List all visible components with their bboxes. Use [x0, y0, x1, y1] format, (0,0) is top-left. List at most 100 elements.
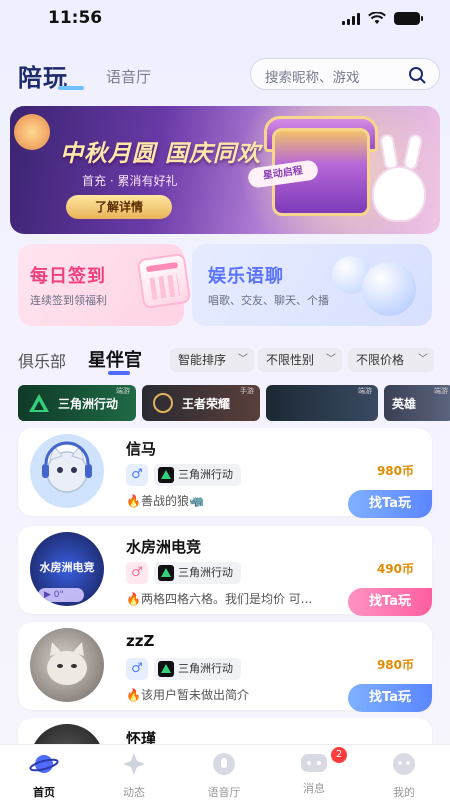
wifi-icon	[368, 12, 386, 24]
game-tile-honor-of-kings[interactable]: 王者荣耀 手游	[142, 385, 260, 421]
nav-label: 消息	[303, 782, 325, 795]
male-gender-icon: ♂	[126, 464, 148, 486]
lantern-icon	[14, 114, 50, 150]
audio-badge[interactable]: ▶ 0"	[38, 588, 84, 602]
profile-icon	[393, 753, 415, 775]
banner-details-button[interactable]: 了解详情	[66, 195, 172, 219]
chat-icon: 2	[299, 747, 347, 777]
status-bar: 11:56	[0, 0, 450, 40]
game-tile-label: 王者荣耀	[182, 397, 231, 411]
honor-of-kings-logo-icon	[153, 393, 173, 413]
player-price: 980币	[376, 658, 414, 672]
game-tile-label: 三角洲行动	[58, 397, 119, 411]
status-time: 11:56	[48, 8, 103, 28]
male-gender-icon: ♂	[126, 562, 148, 584]
player-card[interactable]: 信马 ♂ 三角洲行动 🔥善战的狼🦏 980币 找Ta玩	[18, 428, 432, 518]
active-tab-indicator	[108, 371, 130, 375]
nav-label: 首页	[33, 786, 55, 799]
game-tile-tag: 手游	[240, 387, 254, 395]
bottom-nav: 首页 动态 语音厅 2 消息 我的	[0, 744, 450, 800]
gender-filter-label: 不限性别	[266, 353, 315, 367]
avatar[interactable]	[30, 628, 104, 702]
logo-accent	[58, 86, 84, 90]
price-filter-label: 不限价格	[356, 353, 405, 367]
game-tile-label: 英雄	[392, 397, 417, 411]
nav-voice-hall[interactable]: 语音厅	[194, 751, 254, 800]
calendar-icon	[136, 252, 192, 310]
delta-force-icon	[158, 661, 174, 677]
chevron-down-icon: ﹀	[238, 354, 248, 365]
cat-avatar-icon	[42, 441, 92, 493]
search-placeholder: 搜索昵称、游戏	[265, 70, 360, 86]
planet-icon	[29, 755, 59, 773]
player-intro: 🔥两格四格六格。我们是均价 可...	[126, 592, 313, 606]
player-card[interactable]: 水房洲电竞 ▶ 0" 水房洲电竞 ♂ 三角洲行动 🔥两格四格六格。我们是均价 可…	[18, 526, 432, 616]
nav-label: 动态	[123, 786, 145, 799]
sort-filter[interactable]: 智能排序 ﹀	[170, 348, 254, 372]
sort-filter-label: 智能排序	[178, 353, 227, 367]
player-price: 490币	[376, 562, 414, 576]
delta-force-icon	[158, 467, 174, 483]
tab-star-companion[interactable]: 星伴官	[88, 346, 142, 372]
game-tile-tag: 端游	[358, 387, 372, 395]
game-badge-label: 三角洲行动	[178, 468, 233, 481]
battery-icon	[394, 12, 423, 25]
price-filter[interactable]: 不限价格 ﹀	[348, 348, 434, 372]
play-with-button[interactable]: 找Ta玩	[348, 684, 432, 712]
gender-filter[interactable]: 不限性别 ﹀	[258, 348, 342, 372]
avatar[interactable]	[30, 434, 104, 508]
player-card[interactable]: zzZ ♂ 三角洲行动 🔥该用户暂未做出简介 980币 找Ta玩	[18, 622, 432, 712]
voice-hall-link[interactable]: 语音厅	[106, 66, 151, 87]
game-badge-label: 三角洲行动	[178, 662, 233, 675]
game-badge: 三角洲行动	[154, 562, 241, 584]
avatar[interactable]: 水房洲电竞 ▶ 0"	[30, 532, 104, 606]
player-name: 水房洲电竞	[126, 538, 202, 556]
notification-badge: 2	[331, 747, 347, 763]
play-icon: ▶	[44, 590, 51, 600]
game-category-strip: 三角洲行动 端游 王者荣耀 手游 端游 英雄 端游	[18, 385, 450, 421]
banner-subtitle: 首充 · 累消有好礼	[82, 174, 178, 188]
play-with-button[interactable]: 找Ta玩	[348, 490, 432, 518]
delta-force-icon	[158, 565, 174, 581]
game-tile-tag: 端游	[434, 387, 448, 395]
tab-club[interactable]: 俱乐部	[18, 348, 66, 372]
player-price: 980币	[376, 464, 414, 478]
nav-label: 语音厅	[207, 786, 241, 799]
player-intro: 🔥善战的狼🦏	[126, 494, 204, 508]
play-with-button[interactable]: 找Ta玩	[348, 588, 432, 616]
audio-duration: 0"	[53, 590, 64, 600]
chevron-down-icon: ﹀	[326, 354, 336, 365]
entertainment-chat-card[interactable]: 娱乐语聊 唱歌、交友、聊天、个播	[192, 244, 432, 326]
checkin-subtitle: 连续签到领福利	[30, 294, 107, 307]
chat-card-title: 娱乐语聊	[208, 266, 284, 287]
game-tile-4[interactable]: 英雄 端游	[384, 385, 450, 421]
nav-messages[interactable]: 2 消息	[284, 747, 347, 796]
status-icons	[342, 12, 423, 25]
game-badge: 三角洲行动	[154, 464, 241, 486]
signal-icon	[342, 12, 360, 25]
chat-bubbles-icon	[332, 254, 422, 316]
nav-home[interactable]: 首页	[14, 751, 74, 800]
player-name: 信马	[126, 440, 157, 458]
promo-banner[interactable]: 中秋月圆 国庆同欢 首充 · 累消有好礼 了解详情 星动启程	[10, 106, 440, 234]
daily-checkin-card[interactable]: 每日签到 连续签到领福利	[18, 244, 192, 326]
nav-label: 我的	[393, 786, 415, 799]
search-input[interactable]: 搜索昵称、游戏	[250, 58, 440, 90]
delta-force-logo-icon	[29, 394, 49, 412]
search-icon[interactable]	[407, 65, 427, 85]
chat-card-subtitle: 唱歌、交友、聊天、个播	[208, 294, 329, 307]
player-intro: 🔥该用户暂未做出简介	[126, 688, 249, 702]
game-badge: 三角洲行动	[154, 658, 241, 680]
game-tile-tag: 端游	[116, 387, 130, 395]
chevron-down-icon: ﹀	[418, 354, 428, 365]
voice-icon	[213, 753, 235, 775]
avatar-text: 水房洲电竞	[39, 561, 95, 574]
game-badge-label: 三角洲行动	[178, 566, 233, 579]
nav-feed[interactable]: 动态	[104, 751, 164, 800]
tabs-row: 俱乐部 星伴官 智能排序 ﹀ 不限性别 ﹀ 不限价格 ﹀	[0, 344, 450, 376]
nav-profile[interactable]: 我的	[374, 751, 434, 800]
checkin-title: 每日签到	[30, 266, 106, 287]
top-bar: 陪玩 语音厅 搜索昵称、游戏	[0, 52, 450, 98]
game-tile-delta-force[interactable]: 三角洲行动 端游	[18, 385, 136, 421]
game-tile-3[interactable]: 端游	[266, 385, 378, 421]
